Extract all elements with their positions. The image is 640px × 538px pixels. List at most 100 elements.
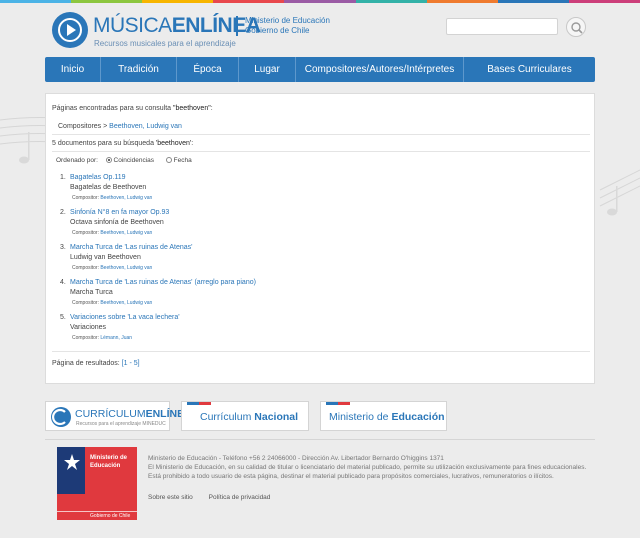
breadcrumb-root: Compositores >: [58, 123, 108, 130]
footer-link-sobre[interactable]: Sobre este sitio: [148, 494, 193, 501]
composer-label: Compositor:: [72, 300, 99, 306]
sort-coincidencias-label[interactable]: Coincidencias: [114, 157, 154, 164]
curriculum-nacional-label: Currículum Nacional: [200, 411, 298, 423]
result-number: 4.: [60, 279, 66, 286]
search-input[interactable]: [446, 18, 558, 35]
result-title-link[interactable]: Variaciones sobre 'La vaca lechera': [70, 314, 180, 321]
sort-fecha-radio[interactable]: [165, 157, 172, 164]
result-number: 2.: [60, 209, 66, 216]
composer-link[interactable]: Beethoven, Ludwig van: [100, 265, 152, 271]
gobierno-de-chile-logo[interactable]: Ministerio de Educación Gobierno de Chil…: [57, 447, 137, 520]
footer-link-privacidad[interactable]: Política de privacidad: [209, 494, 271, 501]
result-title-link[interactable]: Marcha Turca de 'Las ruinas de Atenas': [70, 244, 193, 251]
breadcrumb: Compositores > Beethoven, Ludwig van: [58, 123, 182, 130]
curriculum-tagline: Recursos para el aprendizaje MINEDUC: [76, 421, 166, 427]
footer-text: Ministerio de Educación - Teléfono +56 2…: [148, 454, 588, 481]
result-number: 5.: [60, 314, 66, 321]
composer-link[interactable]: Beethoven, Ludwig van: [100, 300, 152, 306]
breadcrumb-link[interactable]: Beethoven, Ludwig van: [109, 123, 182, 130]
sort-label: Ordenado por:: [56, 157, 98, 164]
search-icon: [571, 22, 583, 34]
docs-count-prefix: 5 documentos para su búsqueda: [52, 140, 156, 147]
sort-fecha-label[interactable]: Fecha: [174, 157, 192, 164]
divider: [52, 351, 590, 352]
ministerio-light: Ministerio de: [329, 411, 392, 423]
result-title-link[interactable]: Bagatelas Op.119: [70, 174, 126, 181]
ministry-label: Ministerio de Educación Gobierno de Chil…: [236, 16, 330, 36]
site-header: MÚSICAENLÍNEA Recursos musicales para el…: [45, 8, 595, 56]
curriculum-brand: CURRÍCULUMENLÍNEA: [75, 408, 192, 420]
divider: [52, 151, 590, 152]
footer-links: Sobre este sitio Política de privacidad: [148, 494, 284, 501]
result-number: 3.: [60, 244, 66, 251]
result-subtitle: Marcha Turca: [70, 289, 113, 296]
pages-found-query: "beethoven": [173, 105, 211, 112]
composer-label: Compositor:: [72, 265, 99, 271]
curriculum-brand-light: CURRÍCULUM: [75, 408, 146, 420]
result-title-link[interactable]: Marcha Turca de 'Las ruinas de Atenas' (…: [70, 279, 256, 286]
sort-coincidencias-radio[interactable]: [105, 157, 112, 164]
site-tagline: Recursos musicales para el aprendizaje: [94, 39, 236, 48]
sort-options: Ordenado por: Coincidencias Fecha: [56, 157, 192, 164]
docs-count-suffix: :: [191, 140, 194, 147]
gob-logo-text: Ministerio de Educación: [90, 454, 127, 470]
ministerio-label: Ministerio de Educación: [329, 411, 445, 423]
docs-count-query: 'beethoven': [155, 140, 192, 147]
flag-bar-blue: [187, 402, 199, 405]
footer-divider: [45, 439, 595, 440]
result-composer: Compositor: Lémann, Juan: [72, 335, 132, 341]
footer-contact: Ministerio de Educación - Teléfono +56 2…: [148, 455, 444, 462]
result-title-link[interactable]: Sinfonía N°8 en fa mayor Op.93: [70, 209, 169, 216]
result-number: 1.: [60, 174, 66, 181]
result-subtitle: Ludwig van Beethoven: [70, 254, 141, 261]
curriculum-nacional-link[interactable]: Currículum Nacional: [181, 401, 309, 431]
composer-link[interactable]: Lémann, Juan: [100, 335, 132, 341]
pages-found-text: Páginas encontradas para su consulta "be…: [52, 105, 213, 112]
gob-line1: Ministerio de: [90, 455, 128, 461]
flag-bar-red: [199, 402, 211, 405]
result-composer: Compositor: Beethoven, Ludwig van: [72, 265, 152, 271]
result-composer: Compositor: Beethoven, Ludwig van: [72, 195, 152, 201]
composer-link[interactable]: Beethoven, Ludwig van: [100, 195, 152, 201]
pagination-label: Página de resultados:: [52, 360, 120, 367]
divider: [52, 134, 590, 135]
curriculum-en-linea-link[interactable]: CURRÍCULUMENLÍNEA Recursos para el apren…: [45, 401, 192, 431]
ministerio-bold: Educación: [391, 411, 445, 423]
site-title-light: MÚSICA: [93, 14, 172, 37]
composer-label: Compositor:: [72, 335, 99, 341]
nav-lugar[interactable]: Lugar: [239, 57, 296, 82]
result-composer: Compositor: Beethoven, Ludwig van: [72, 230, 152, 236]
pages-found-suffix: :: [210, 105, 213, 112]
nav-inicio[interactable]: Inicio: [45, 57, 101, 82]
ministry-line2: Gobierno de Chile: [245, 26, 310, 35]
gob-bottom-text: Gobierno de Chile: [90, 513, 131, 519]
flag-bar-blue: [326, 402, 338, 405]
result-composer: Compositor: Beethoven, Ludwig van: [72, 300, 152, 306]
composer-label: Compositor:: [72, 230, 99, 236]
pagination: Página de resultados: [1 - 5]: [52, 360, 140, 367]
ministry-line1: Ministerio de Educación: [245, 16, 330, 25]
gob-line2: Educación: [90, 463, 121, 469]
pagination-link[interactable]: [1 - 5]: [122, 360, 140, 367]
nav-compositores[interactable]: Compositores/Autores/Intérpretes: [296, 57, 464, 82]
flag-bar-red: [338, 402, 350, 405]
result-subtitle: Variaciones: [70, 324, 107, 331]
composer-label: Compositor:: [72, 195, 99, 201]
search-button[interactable]: [566, 17, 586, 37]
ministerio-educacion-link[interactable]: Ministerio de Educación: [320, 401, 447, 431]
pages-found-prefix: Páginas encontradas para su consulta: [52, 105, 174, 112]
result-subtitle: Bagatelas de Beethoven: [70, 184, 147, 191]
site-logo-icon[interactable]: [52, 12, 88, 48]
top-color-stripe: [0, 0, 640, 3]
nav-epoca[interactable]: Época: [177, 57, 239, 82]
curriculum-logo-icon: [51, 407, 71, 427]
main-nav: Inicio Tradición Época Lugar Compositore…: [45, 57, 595, 82]
curriculum-nacional-light: Currículum: [200, 411, 255, 423]
gob-logo-rule: [57, 511, 137, 512]
nav-tradicion[interactable]: Tradición: [101, 57, 177, 82]
result-subtitle: Octava sinfonía de Beethoven: [70, 219, 164, 226]
composer-link[interactable]: Beethoven, Ludwig van: [100, 230, 152, 236]
results-panel: Páginas encontradas para su consulta "be…: [45, 93, 595, 384]
nav-bases-curriculares[interactable]: Bases Curriculares: [464, 57, 595, 82]
docs-count-text: 5 documentos para su búsqueda 'beethoven…: [52, 140, 193, 147]
